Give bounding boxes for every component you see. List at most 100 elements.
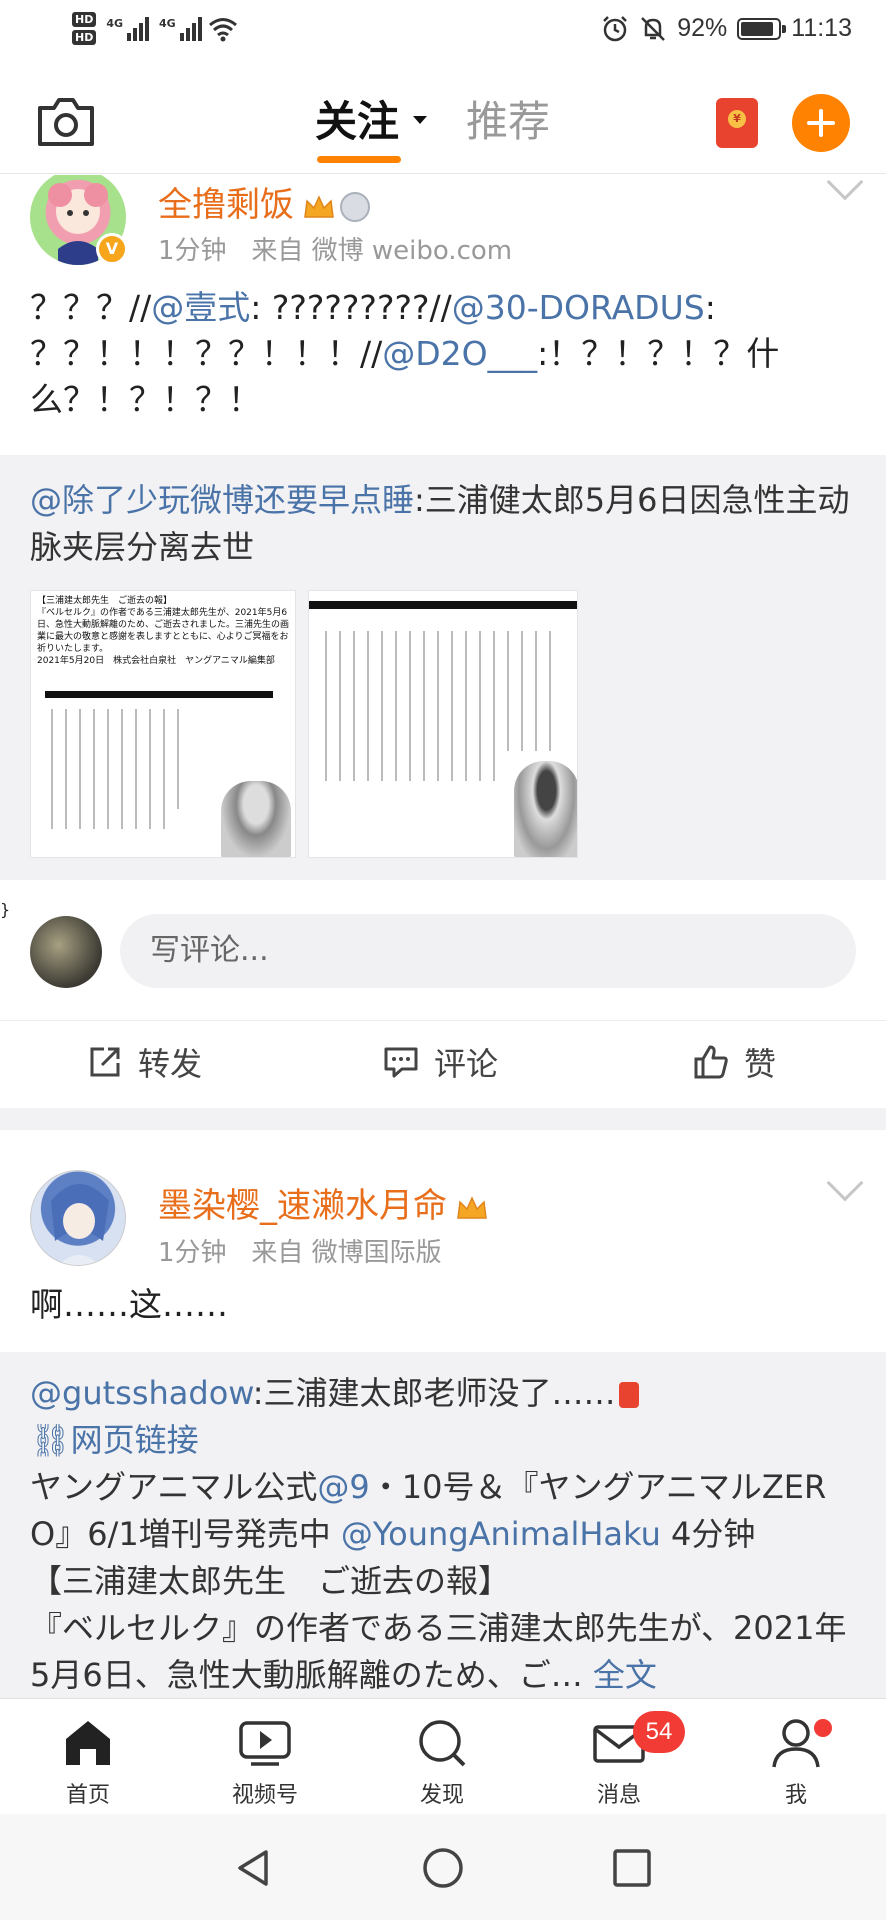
web-link-label: 网页链接 (70, 1421, 199, 1459)
manga-figure (221, 781, 291, 857)
my-avatar[interactable] (30, 916, 102, 988)
nav-discover[interactable]: 发现 (372, 1699, 512, 1815)
thumbs-up-icon (694, 1045, 728, 1079)
chevron-down-icon[interactable] (826, 1164, 864, 1202)
repost-quote[interactable]: @除了少玩微博还要早点睡:三浦健太郎5月6日因急性主动脉夹层分离去世 【三浦建太… (0, 455, 886, 880)
comment-input[interactable]: 写评论... (120, 914, 856, 988)
text-part: ？？？// (30, 288, 152, 327)
camera-icon[interactable] (36, 96, 96, 148)
repost-button[interactable]: 转发 (86, 1039, 202, 1085)
post-actions: 转发 评论 赞 (0, 1020, 886, 1110)
medal-icon (340, 191, 370, 222)
verified-badge-icon: V (96, 233, 128, 265)
quote-line: ヤングアニマル公式 (30, 1468, 318, 1506)
quote-line: 『ベルセルク』の作者である三浦建太郎先生が、2021年5月6日、急性大動脈解離の… (30, 1609, 847, 1694)
tab-recommend[interactable]: 推荐 (466, 88, 550, 149)
battery-fill (741, 21, 774, 36)
quote-author-link[interactable]: @除了少玩微博还要早点睡 (30, 481, 414, 519)
nav-me-label: 我 (784, 1783, 807, 1808)
unread-badge: 54 (633, 1711, 685, 1753)
hd-indicators: HD HD (72, 12, 97, 45)
nav-me[interactable]: 我 (726, 1699, 866, 1815)
quote-text: @除了少玩微博还要早点睡:三浦健太郎5月6日因急性主动脉夹层分离去世 (30, 477, 856, 571)
manga-figure (514, 761, 577, 857)
nav-home[interactable]: 首页 (18, 1699, 158, 1815)
text-part: : (704, 288, 716, 327)
nav-video[interactable]: 视频号 (195, 1699, 335, 1815)
web-link[interactable]: ⛓网页链接 (30, 1421, 199, 1459)
nav-messages[interactable]: 54 消息 (549, 1699, 689, 1815)
feed: V 全撸剩饭 1分钟 来自 微博 weibo.com ？？？//@壹式: ???… (0, 175, 886, 1698)
post-source: 来自 微博国际版 (251, 1238, 442, 1268)
repost-icon (90, 1047, 120, 1077)
candle-icon (619, 1382, 640, 1408)
text-part: : ?????????// (250, 288, 452, 327)
compose-plus-button[interactable] (792, 94, 850, 152)
mention-link[interactable]: @YoungAnimalHaku (341, 1515, 661, 1553)
post-source: 来自 微博 weibo.com (251, 236, 513, 266)
top-header: 关注 推荐 ¥ (0, 66, 886, 174)
quote-line: 4分钟 (660, 1515, 756, 1553)
dropdown-arrow-icon[interactable] (413, 116, 427, 124)
text-part: ？？！！！？？！！！// (30, 334, 383, 373)
quote-text: @gutsshadow:三浦建太郎老师没了…… ⛓网页链接 ヤングアニマル公式@… (30, 1370, 856, 1698)
image-caption-line: 『ベルセルク』の作者である三浦建太郎先生が、2021年5月6日、急性大動脈解離の… (37, 608, 290, 654)
system-nav-bar (0, 1814, 886, 1920)
mute-bell-icon (641, 16, 666, 41)
network1-label: 4G (106, 16, 124, 30)
mention-link[interactable]: @30-DORADUS (452, 288, 705, 327)
quote-body: :三浦建太郎老师没了…… (252, 1374, 616, 1412)
home-circle-icon[interactable] (421, 1846, 465, 1890)
post-time: 1分钟 (158, 1238, 227, 1268)
quote-image-1[interactable]: 【三浦建太郎先生 ご逝去の報】 『ベルセルク』の作者である三浦建太郎先生が、20… (30, 590, 296, 858)
like-label: 赞 (744, 1045, 777, 1083)
mention-link[interactable]: @9 (317, 1468, 369, 1506)
comment-row: 写评论... } (0, 900, 886, 1000)
nav-home-label: 首页 (65, 1783, 110, 1808)
hd1-label: HD (72, 12, 97, 27)
red-packet-icon[interactable]: ¥ (716, 98, 758, 148)
post-username[interactable]: 墨染樱_速濑水月命 (158, 1178, 489, 1227)
image-caption: 【三浦建太郎先生 ご逝去の報】 『ベルセルク』の作者である三浦建太郎先生が、20… (37, 595, 289, 667)
post-text: 啊……这…… (30, 1285, 228, 1324)
quote-image-2[interactable] (308, 590, 578, 858)
nav-messages-label: 消息 (596, 1783, 641, 1808)
status-bar: HD HD 4G 4G 92% 11:13 (0, 0, 886, 66)
recents-icon[interactable] (610, 1846, 654, 1890)
chevron-down-icon[interactable] (826, 175, 864, 201)
clock: 11:13 (791, 14, 852, 42)
battery-percent: 92% (677, 14, 728, 42)
search-icon (419, 1720, 466, 1767)
quote-author-link[interactable]: @gutsshadow (30, 1374, 253, 1412)
nav-video-label: 视频号 (231, 1783, 298, 1808)
video-icon (239, 1721, 291, 1766)
mention-link[interactable]: @D2O___ (382, 334, 537, 373)
comment-button[interactable]: 评论 (382, 1039, 498, 1085)
crown-icon (457, 1195, 487, 1219)
username-text: 全撸剩饭 (158, 185, 294, 225)
post-card: 墨染樱_速濑水月命 1分钟 来自 微博国际版 啊……这…… @gutsshado… (0, 1130, 886, 1698)
hd2-label: HD (72, 30, 97, 45)
repost-quote[interactable]: @gutsshadow:三浦建太郎老师没了…… ⛓网页链接 ヤングアニマル公式@… (0, 1352, 886, 1698)
avatar[interactable] (30, 1170, 126, 1266)
notification-dot (814, 1719, 832, 1737)
back-icon[interactable] (232, 1846, 276, 1890)
post-username[interactable]: 全撸剩饭 (158, 177, 370, 226)
post-meta: 1分钟 来自 微博 weibo.com (158, 230, 512, 267)
image-caption-line: 2021年5月20日 株式会社白泉社 ヤングアニマル編集部 (37, 656, 275, 666)
post-card: V 全撸剩饭 1分钟 来自 微博 weibo.com ？？？//@壹式: ???… (0, 175, 886, 1105)
like-button[interactable]: 赞 (692, 1039, 776, 1085)
tab-follow[interactable]: 关注 (315, 88, 399, 149)
status-right: 92% 11:13 (601, 14, 852, 43)
full-text-link[interactable]: 全文 (593, 1656, 657, 1694)
signal-icon-2: 4G (159, 16, 202, 41)
link-icon: ⛓ (30, 1421, 71, 1459)
comment-label: 评论 (434, 1045, 499, 1083)
quote-line: 【三浦建太郎先生 ご逝去の報】 (30, 1562, 511, 1600)
post-time: 1分钟 (158, 236, 227, 266)
status-left: HD HD 4G 4G (72, 12, 238, 45)
mention-link[interactable]: @壹式 (151, 288, 250, 327)
image-caption-line: 【三浦建太郎先生 ご逝去の報】 (37, 596, 173, 606)
active-tab-indicator (317, 156, 401, 163)
bottom-nav: 首页 视频号 发现 54 消息 我 (0, 1698, 886, 1814)
